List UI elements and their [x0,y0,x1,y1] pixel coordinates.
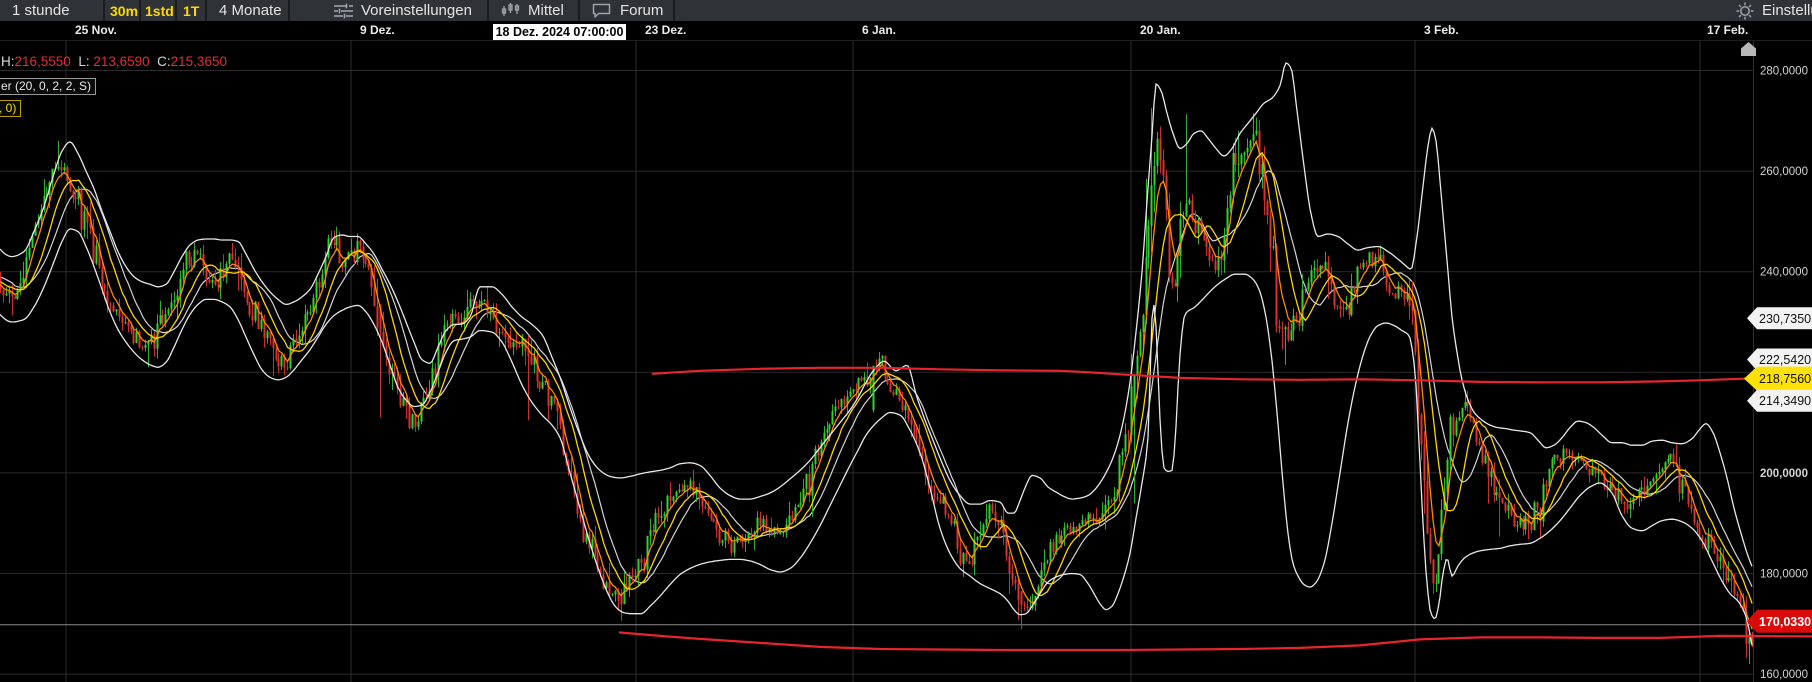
svg-text:240,0000: 240,0000 [1760,267,1808,279]
svg-text:214,3490: 214,3490 [1759,394,1811,408]
svg-text:218,7560: 218,7560 [1759,372,1811,386]
svg-text:180,0000: 180,0000 [1760,569,1808,581]
svg-text:222,5420: 222,5420 [1759,353,1811,367]
svg-text:260,0000: 260,0000 [1760,166,1808,178]
svg-text:230,7350: 230,7350 [1759,312,1811,326]
svg-text:280,0000: 280,0000 [1760,66,1808,78]
svg-text:160,0000: 160,0000 [1760,669,1808,681]
svg-text:170,0330: 170,0330 [1759,615,1811,629]
svg-text:200,0000: 200,0000 [1760,468,1808,480]
